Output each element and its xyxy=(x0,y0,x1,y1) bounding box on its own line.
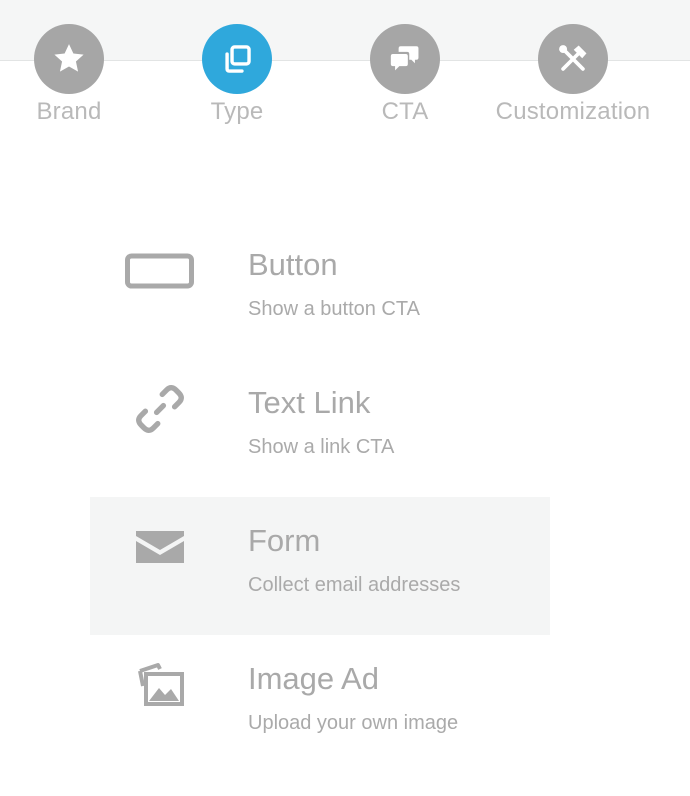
step-brand[interactable]: Brand xyxy=(0,24,154,126)
step-customization[interactable]: Customization xyxy=(488,24,658,126)
step-brand-circle[interactable] xyxy=(34,24,104,94)
option-description: Show a link CTA xyxy=(248,436,395,458)
copy-icon xyxy=(225,45,251,73)
option-button-icon-wrap xyxy=(120,241,200,301)
option-form-icon-wrap xyxy=(120,517,200,577)
option-title: Text Link xyxy=(248,385,371,420)
option-title: Image Ad xyxy=(248,661,379,696)
option-text-link[interactable]: Text Link Show a link CTA xyxy=(90,359,550,497)
step-cta-circle[interactable] xyxy=(370,24,440,94)
step-cta-label: CTA xyxy=(381,98,429,125)
option-image-ad-icon-wrap xyxy=(120,655,200,715)
option-title: Form xyxy=(248,523,321,558)
option-form[interactable]: Form Collect email addresses xyxy=(90,497,550,635)
step-type-label: Type xyxy=(210,98,264,125)
tools-icon xyxy=(559,45,587,71)
image-icon xyxy=(138,663,184,706)
star-icon xyxy=(54,44,84,72)
chat-bubbles-icon xyxy=(390,46,419,71)
step-type[interactable]: Type xyxy=(152,24,322,126)
option-button[interactable]: Button Show a button CTA xyxy=(90,221,550,359)
option-description: Collect email addresses xyxy=(248,574,461,596)
button-icon xyxy=(125,253,194,289)
step-customization-label: Customization xyxy=(495,98,651,125)
envelope-icon xyxy=(136,531,184,563)
option-image-ad[interactable]: Image Ad Upload your own image xyxy=(90,635,550,773)
step-type-circle[interactable] xyxy=(202,24,272,94)
link-icon xyxy=(136,385,184,433)
option-description: Show a button CTA xyxy=(248,298,420,320)
option-title: Button xyxy=(248,247,338,282)
step-customization-circle[interactable] xyxy=(538,24,608,94)
option-text-link-icon-wrap xyxy=(120,379,200,439)
option-description: Upload your own image xyxy=(248,712,459,734)
step-brand-label: Brand xyxy=(36,98,102,125)
step-cta[interactable]: CTA xyxy=(320,24,490,126)
